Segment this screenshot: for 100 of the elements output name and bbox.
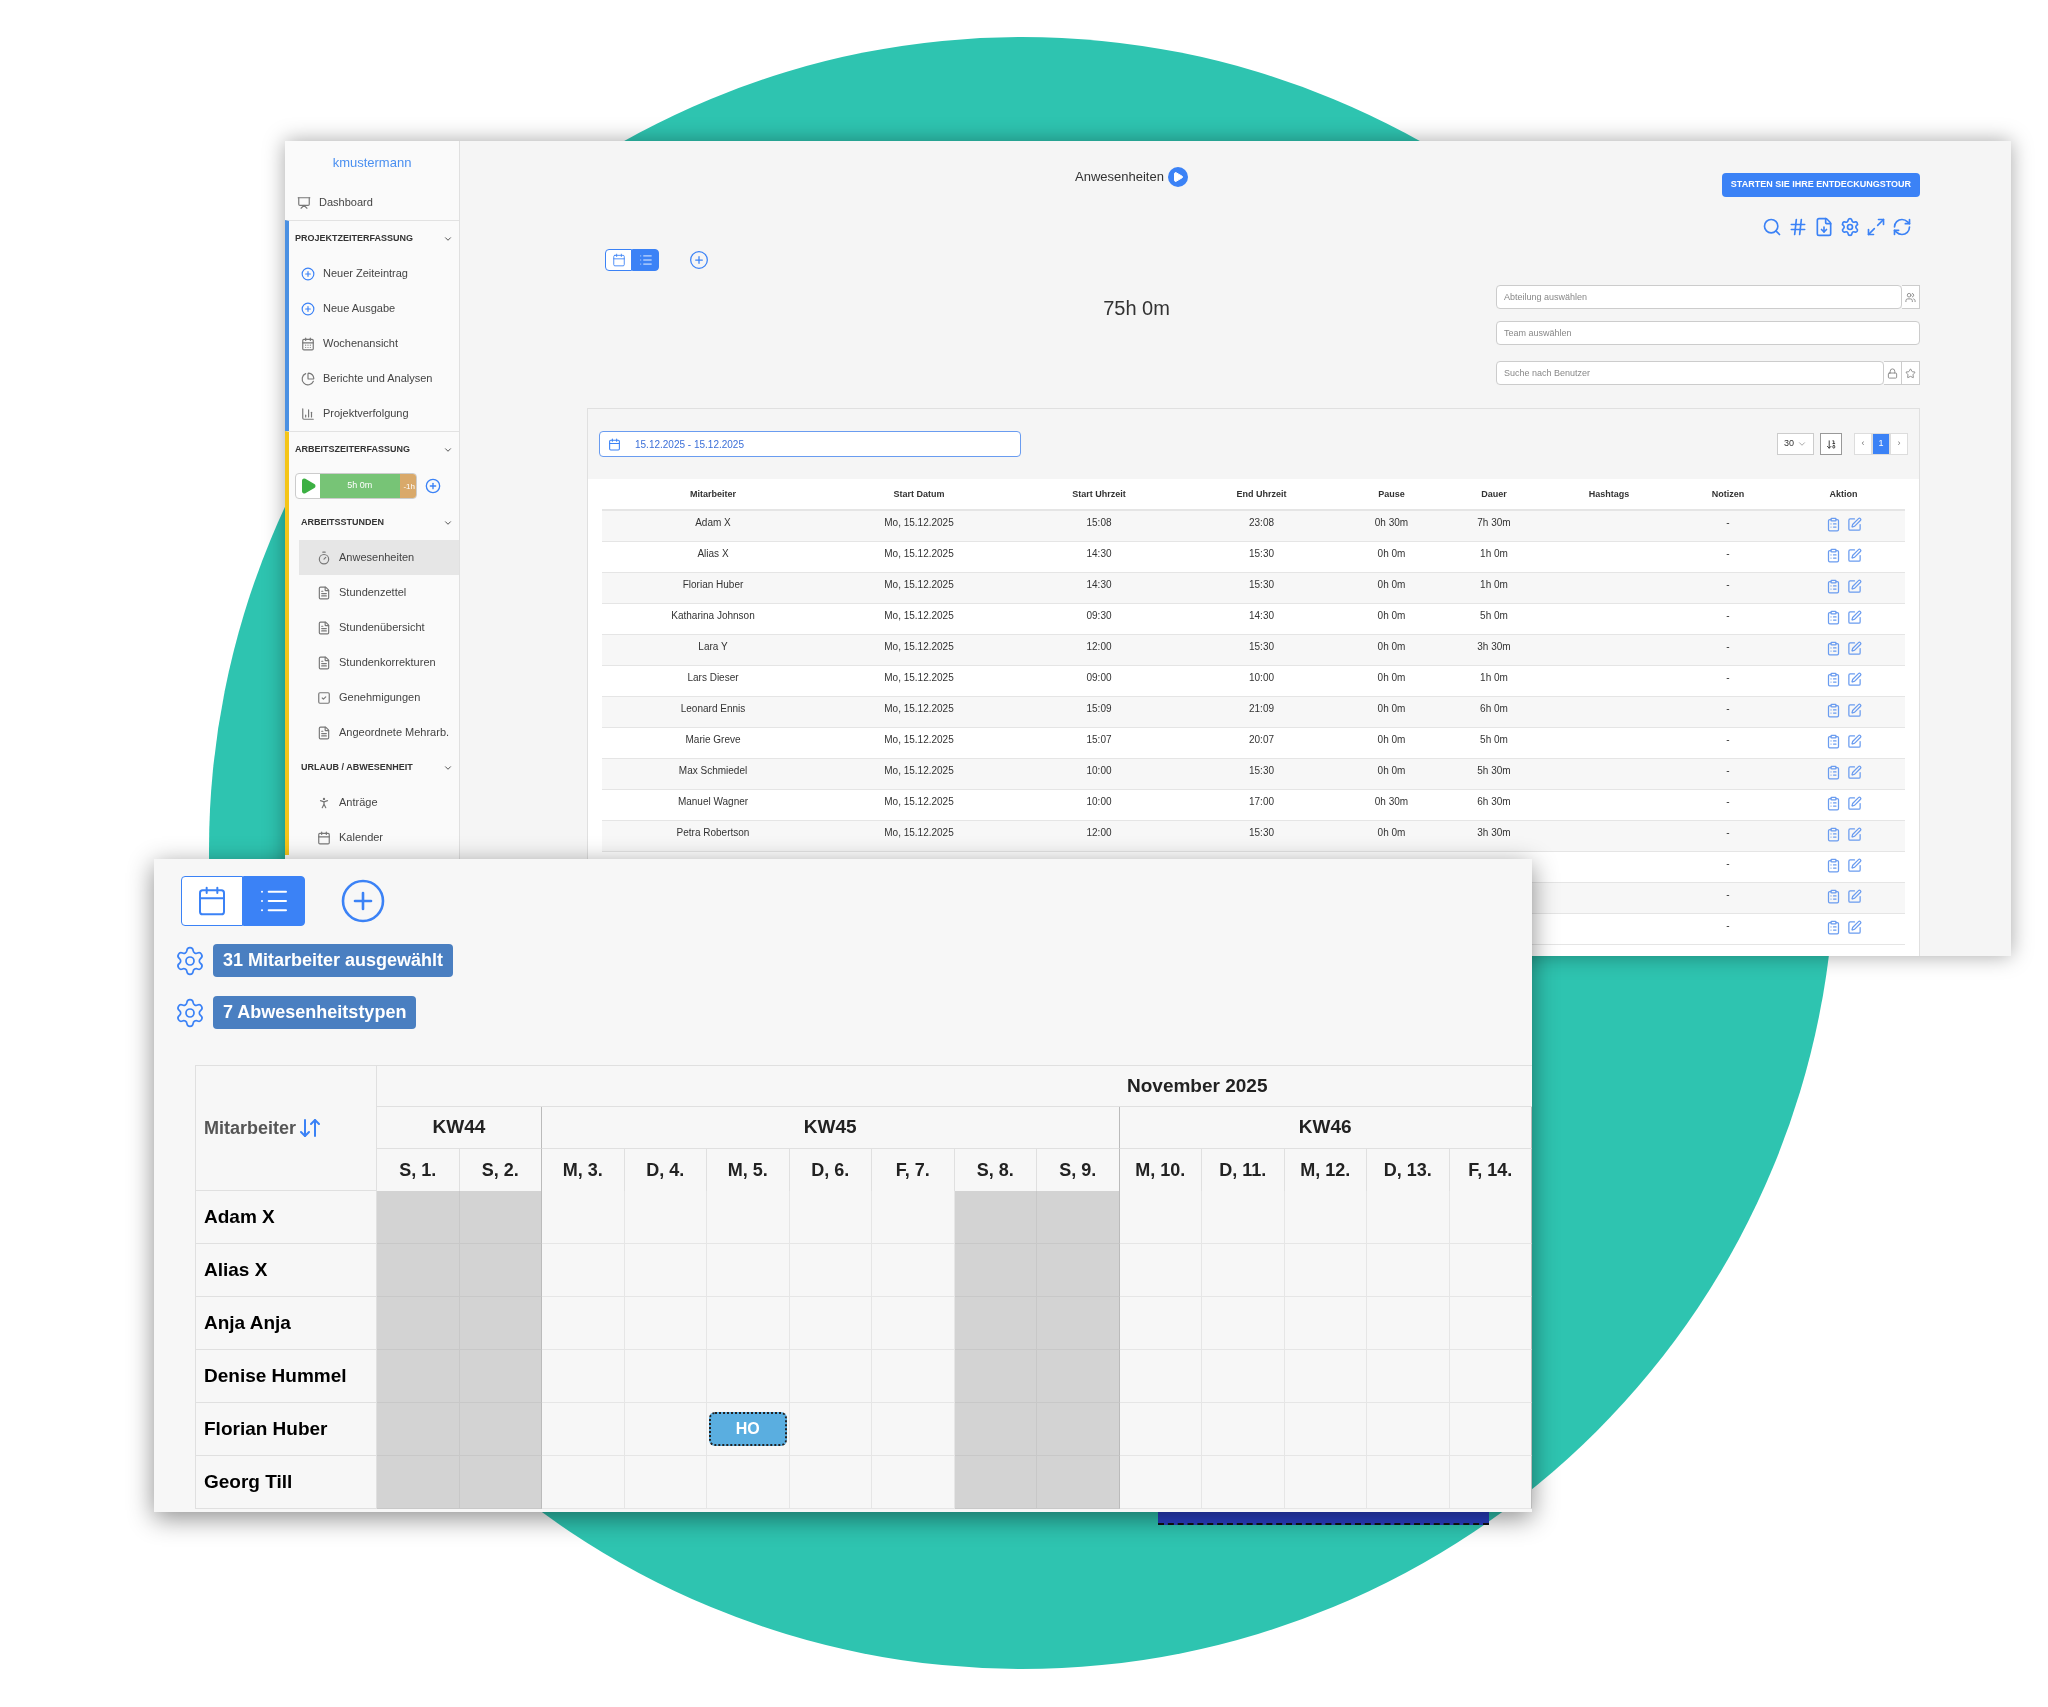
sidebar-item[interactable]: Kalender [299,820,459,855]
calendar-cell[interactable] [954,1350,1037,1403]
calendar-cell[interactable] [459,1403,542,1456]
page-button[interactable]: ‹ [1854,433,1872,455]
settings-icon[interactable] [174,944,206,977]
sidebar-item[interactable]: Stundenzettel [299,575,459,610]
calendar-cell[interactable] [377,1297,460,1350]
calendar-cell[interactable] [1037,1191,1120,1244]
edit-icon[interactable] [1846,765,1862,780]
filter-field[interactable]: Suche nach Benutzer [1496,361,1884,385]
clipboard-icon[interactable] [1825,765,1841,780]
clipboard-icon[interactable] [1825,858,1841,873]
edit-icon[interactable] [1846,827,1862,842]
calendar-cell[interactable] [954,1191,1037,1244]
sidebar-item[interactable]: Neuer Zeiteintrag [289,256,459,291]
calendar-cell[interactable] [1037,1403,1120,1456]
star-button[interactable] [1902,361,1920,385]
sidebar-item[interactable]: Angeordnete Mehrarb. [299,715,459,750]
play-icon[interactable] [299,477,317,495]
edit-icon[interactable] [1846,920,1862,935]
add-icon[interactable] [339,877,387,925]
page-button[interactable]: › [1890,433,1908,455]
filter-field[interactable]: Abteilung auswählen [1496,285,1902,309]
calendar-cell[interactable] [1449,1403,1532,1456]
sidebar-item[interactable]: Stundenkorrekturen [299,645,459,680]
sidebar-item[interactable]: Projektverfolgung [289,396,459,431]
list-view-button[interactable] [243,876,305,926]
calendar-cell[interactable] [1449,1350,1532,1403]
clipboard-icon[interactable] [1825,641,1841,656]
clipboard-icon[interactable] [1825,796,1841,811]
sort-icon[interactable] [298,1116,323,1140]
calendar-cell[interactable] [954,1297,1037,1350]
sidebar-item[interactable]: Dashboard [285,185,459,220]
play-icon[interactable] [1167,167,1188,187]
page-button[interactable]: 1 [1872,433,1890,455]
settings-icon[interactable] [174,996,206,1029]
clipboard-icon[interactable] [1825,889,1841,904]
add-icon[interactable] [425,478,441,494]
calendar-cell[interactable] [954,1403,1037,1456]
section-header[interactable]: URLAUB / ABWESENHEIT [289,750,459,785]
calendar-cell[interactable] [459,1244,542,1297]
calendar-cell[interactable] [1037,1244,1120,1297]
calendar-cell[interactable] [377,1403,460,1456]
page-size-select[interactable]: 30 [1777,433,1814,455]
filter-field[interactable]: Team auswählen [1496,321,1920,345]
edit-icon[interactable] [1846,610,1862,625]
calendar-cell[interactable] [459,1191,542,1244]
search-icon[interactable] [1762,217,1782,237]
calendar-cell[interactable] [1037,1456,1120,1509]
calendar-cell[interactable] [459,1297,542,1350]
sidebar-item[interactable]: Wochenansicht [289,326,459,361]
edit-icon[interactable] [1846,672,1862,687]
sort-button[interactable] [1820,433,1842,455]
edit-icon[interactable] [1846,796,1862,811]
edit-icon[interactable] [1846,703,1862,718]
selection-button[interactable]: 7 Abwesenheitstypen [213,996,417,1029]
clipboard-icon[interactable] [1825,734,1841,749]
clipboard-icon[interactable] [1825,672,1841,687]
section-header[interactable]: PROJEKTZEITERFASSUNG [289,221,459,256]
section-header[interactable]: ARBEITSSTUNDEN [289,505,459,540]
calendar-view-button[interactable] [181,876,243,926]
hash-icon[interactable] [1788,217,1808,237]
calendar-view-button[interactable] [605,249,632,271]
edit-icon[interactable] [1846,889,1862,904]
calendar-cell[interactable] [1037,1297,1120,1350]
sidebar-item[interactable]: Neue Ausgabe [289,291,459,326]
clipboard-icon[interactable] [1825,703,1841,718]
calendar-cell[interactable] [1449,1244,1532,1297]
calendar-cell[interactable] [459,1456,542,1509]
edit-icon[interactable] [1846,579,1862,594]
calendar-cell[interactable] [377,1191,460,1244]
edit-icon[interactable] [1846,517,1862,532]
export-icon[interactable] [1814,217,1834,237]
edit-icon[interactable] [1846,548,1862,563]
calendar-cell[interactable] [459,1350,542,1403]
add-icon[interactable] [689,250,709,270]
calendar-cell[interactable] [377,1244,460,1297]
calendar-cell[interactable] [1037,1350,1120,1403]
lock-button[interactable] [1884,361,1902,385]
calendar-cell[interactable] [954,1244,1037,1297]
sidebar-item[interactable]: Genehmigungen [299,680,459,715]
calendar-cell[interactable] [954,1456,1037,1509]
sidebar-item[interactable]: Anträge [299,785,459,820]
edit-icon[interactable] [1846,858,1862,873]
settings-icon[interactable] [1840,217,1860,237]
sidebar-item[interactable]: Berichte und Analysen [289,361,459,396]
calendar-cell[interactable] [377,1350,460,1403]
clipboard-icon[interactable] [1825,579,1841,594]
sidebar-item[interactable]: Anwesenheiten [299,540,459,575]
tour-button[interactable]: STARTEN SIE IHRE ENTDECKUNGSTOUR [1721,173,1920,197]
clipboard-icon[interactable] [1825,827,1841,842]
clipboard-icon[interactable] [1825,610,1841,625]
refresh-icon[interactable] [1892,217,1912,237]
list-view-button[interactable] [632,249,659,271]
date-range-field[interactable]: 15.12.2025 - 15.12.2025 [599,431,1021,457]
clipboard-icon[interactable] [1825,517,1841,532]
department-button[interactable] [1902,285,1920,309]
fullscreen-icon[interactable] [1866,217,1886,237]
calendar-cell[interactable] [1449,1297,1532,1350]
sidebar-item[interactable]: Stundenübersicht [299,610,459,645]
